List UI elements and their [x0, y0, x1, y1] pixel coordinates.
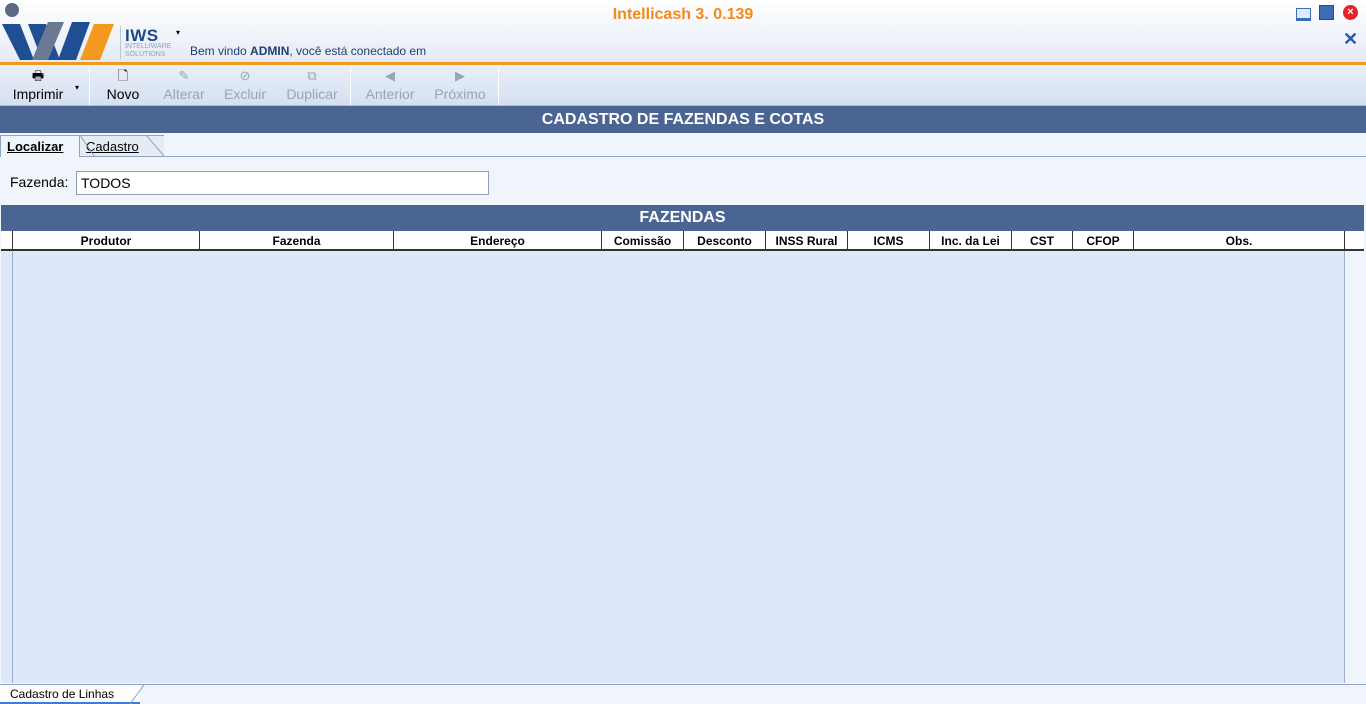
- bottom-tab-bar: Cadastro de Linhas: [0, 684, 1366, 704]
- tab-cadastro-de-linhas[interactable]: Cadastro de Linhas: [0, 685, 140, 704]
- column-obs[interactable]: Obs.: [1134, 231, 1345, 250]
- new-button[interactable]: 🗋 Novo: [100, 65, 146, 105]
- delete-icon: ⊘: [239, 68, 251, 83]
- previous-button[interactable]: ◀ Anterior: [360, 65, 420, 105]
- brand-subtitle: INTELLIWARE SOLUTIONS: [125, 43, 172, 58]
- fazenda-filter-label: Fazenda:: [10, 174, 69, 190]
- close-window-icon[interactable]: ×: [1343, 5, 1358, 20]
- tab-baseline: [0, 156, 1366, 157]
- toolbar-separator: [498, 67, 499, 105]
- grid-title: FAZENDAS: [1, 205, 1364, 231]
- grid-row-indicator: [1, 251, 13, 683]
- column-endereco[interactable]: Endereço: [394, 231, 602, 250]
- column-comissao[interactable]: Comissão: [602, 231, 684, 250]
- toolbar: 🖶 Imprimir ▾ 🗋 Novo ✎ Alterar ⊘ Excluir …: [0, 65, 1366, 106]
- toolbar-separator: [89, 67, 90, 105]
- arrow-right-icon: ▶: [455, 68, 465, 83]
- app-title: Intellicash 3. 0.139: [612, 6, 754, 23]
- grid-scrollbar-area[interactable]: [1344, 251, 1364, 683]
- column-inc-da-lei[interactable]: Inc. da Lei: [930, 231, 1012, 250]
- column-inss-rural[interactable]: INSS Rural: [766, 231, 848, 250]
- column-desconto[interactable]: Desconto: [684, 231, 766, 250]
- edit-label: Alterar: [163, 86, 205, 102]
- next-button[interactable]: ▶ Próximo: [428, 65, 492, 105]
- close-document-icon[interactable]: ✕: [1343, 30, 1358, 48]
- tab-strip: Localizar Cadastro: [0, 133, 1366, 157]
- tab-localizar[interactable]: Localizar: [0, 135, 80, 157]
- page-title: CADASTRO DE FAZENDAS E COTAS: [0, 106, 1366, 133]
- welcome-suffix: , você está conectado em: [289, 44, 427, 58]
- toolbar-separator: [350, 67, 351, 105]
- print-label: Imprimir: [12, 86, 64, 102]
- tab-localizar-label: Localizar: [7, 139, 64, 154]
- next-label: Próximo: [434, 86, 486, 102]
- column-fazenda[interactable]: Fazenda: [200, 231, 394, 250]
- fazenda-filter-input[interactable]: [76, 171, 489, 195]
- welcome-user: ADMIN: [250, 44, 290, 58]
- pencil-icon: ✎: [178, 68, 190, 83]
- delete-button[interactable]: ⊘ Excluir: [218, 65, 272, 105]
- grid-body[interactable]: [1, 251, 1364, 683]
- printer-icon: 🖶: [31, 68, 45, 83]
- logo-divider: [120, 26, 121, 59]
- column-icms[interactable]: ICMS: [848, 231, 930, 250]
- new-label: Novo: [106, 86, 140, 102]
- brand-dropdown-icon[interactable]: ▾: [176, 28, 180, 37]
- maximize-icon[interactable]: [1319, 5, 1334, 20]
- column-produtor[interactable]: Produtor: [13, 231, 200, 250]
- welcome-text: Bem vindo ADMIN, você está conectado em: [190, 44, 426, 58]
- edit-button[interactable]: ✎ Alterar: [158, 65, 210, 105]
- new-document-icon: 🗋: [117, 68, 129, 83]
- duplicate-label: Duplicar: [286, 86, 338, 102]
- grid-header: Produtor Fazenda Endereço Comissão Desco…: [1, 231, 1364, 251]
- previous-label: Anterior: [365, 86, 415, 102]
- tab-edges: [66, 135, 165, 157]
- arrow-left-icon: ◀: [385, 68, 395, 83]
- grid-indicator-column: [1, 231, 13, 250]
- delete-label: Excluir: [223, 86, 266, 102]
- duplicate-icon: ⧉: [307, 68, 317, 83]
- print-dropdown-icon[interactable]: ▾: [75, 83, 79, 92]
- print-button[interactable]: 🖶 Imprimir: [4, 65, 72, 105]
- app-header: IWS INTELLIWARE SOLUTIONS ▾ Bem vindo AD…: [0, 0, 1366, 65]
- minimize-icon[interactable]: [1295, 5, 1311, 21]
- welcome-prefix: Bem vindo: [190, 44, 251, 58]
- column-cst[interactable]: CST: [1012, 231, 1073, 250]
- column-cfop[interactable]: CFOP: [1073, 231, 1134, 250]
- duplicate-button[interactable]: ⧉ Duplicar: [280, 65, 344, 105]
- bottom-tab-edge: [130, 685, 145, 704]
